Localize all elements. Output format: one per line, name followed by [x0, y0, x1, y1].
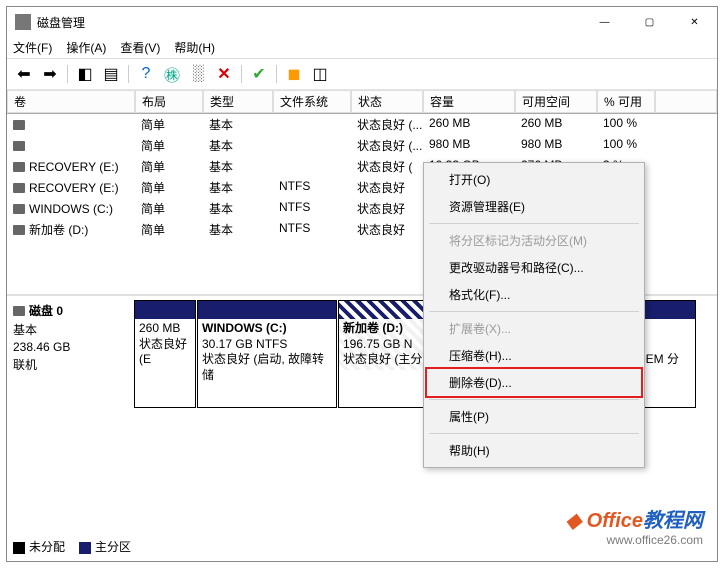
volume-icon — [13, 162, 25, 172]
separator — [128, 65, 129, 83]
check-icon[interactable]: ✔ — [248, 63, 270, 85]
ctx-delete-volume[interactable]: 删除卷(D)... — [427, 369, 641, 396]
help-icon[interactable]: ? — [135, 63, 157, 85]
ctx-extend: 扩展卷(X)... — [427, 315, 641, 342]
forward-icon[interactable]: ➡ — [39, 63, 61, 85]
volume-block[interactable]: 260 MB状态良好 (E — [134, 300, 196, 408]
settings-icon[interactable]: ㊑ — [161, 63, 183, 85]
vol-name: RECOVERY (E:) — [29, 181, 119, 195]
legend: 未分配 主分区 — [13, 538, 131, 555]
context-menu: 打开(O) 资源管理器(E) 将分区标记为活动分区(M) 更改驱动器号和路径(C… — [423, 162, 645, 468]
legend-unalloc-swatch — [13, 542, 25, 554]
separator — [276, 65, 277, 83]
app-icon — [15, 14, 31, 30]
volume-block[interactable]: WINDOWS (C:)30.17 GB NTFS状态良好 (启动, 故障转储 — [197, 300, 337, 408]
back-icon[interactable]: ⬅ — [13, 63, 35, 85]
ctx-help[interactable]: 帮助(H) — [427, 437, 641, 464]
delete-icon[interactable]: ✕ — [213, 63, 235, 85]
separator — [241, 65, 242, 83]
vol-name: WINDOWS (C:) — [29, 202, 113, 216]
legend-primary-swatch — [79, 542, 91, 554]
table-row[interactable]: 简单 基本 状态良好 (... 260 MB 260 MB 100 % — [7, 114, 717, 135]
volume-list-header: 卷 布局 类型 文件系统 状态 容量 可用空间 % 可用 — [7, 90, 717, 114]
separator — [429, 399, 639, 400]
ctx-shrink[interactable]: 压缩卷(H)... — [427, 342, 641, 369]
ctx-open[interactable]: 打开(O) — [427, 166, 641, 193]
table-row[interactable]: 简单 基本 状态良好 (... 980 MB 980 MB 100 % — [7, 135, 717, 156]
disk-size: 238.46 GB — [13, 340, 129, 354]
legend-unalloc: 未分配 — [29, 540, 65, 554]
ctx-format[interactable]: 格式化(F)... — [427, 281, 641, 308]
minimize-button[interactable]: — — [582, 7, 627, 37]
separator — [429, 433, 639, 434]
col-spacer — [655, 90, 717, 113]
menu-bar: 文件(F) 操作(A) 查看(V) 帮助(H) — [7, 37, 717, 59]
ctx-explorer[interactable]: 资源管理器(E) — [427, 193, 641, 220]
disk-info[interactable]: 磁盘 0 基本 238.46 GB 联机 — [7, 296, 135, 410]
col-filesystem[interactable]: 文件系统 — [273, 90, 351, 113]
separator — [67, 65, 68, 83]
disk-name: 磁盘 0 — [29, 302, 63, 319]
new-icon[interactable]: ◼ — [283, 63, 305, 85]
volume-icon — [13, 141, 25, 151]
col-capacity[interactable]: 容量 — [423, 90, 515, 113]
disk-type: 基本 — [13, 321, 129, 338]
separator — [429, 311, 639, 312]
legend-primary: 主分区 — [95, 540, 131, 554]
volume-icon — [13, 204, 25, 214]
volume-icon — [13, 225, 25, 235]
volume-icon — [13, 120, 25, 130]
layout-icon[interactable]: ◧ — [74, 63, 96, 85]
close-button[interactable]: ✕ — [672, 7, 717, 37]
ctx-properties[interactable]: 属性(P) — [427, 403, 641, 430]
menu-view[interactable]: 查看(V) — [120, 39, 160, 56]
menu-help[interactable]: 帮助(H) — [174, 39, 215, 56]
col-pct[interactable]: % 可用 — [597, 90, 655, 113]
table-icon[interactable]: ░ — [187, 63, 209, 85]
menu-action[interactable]: 操作(A) — [66, 39, 106, 56]
col-status[interactable]: 状态 — [351, 90, 423, 113]
list-icon[interactable]: ◫ — [309, 63, 331, 85]
col-volume[interactable]: 卷 — [7, 90, 135, 113]
separator — [429, 223, 639, 224]
maximize-button[interactable]: ▢ — [627, 7, 672, 37]
disk-icon — [13, 306, 25, 316]
disk-management-window: 磁盘管理 — ▢ ✕ 文件(F) 操作(A) 查看(V) 帮助(H) ⬅ ➡ ◧… — [6, 6, 718, 562]
toolbar: ⬅ ➡ ◧ ▤ ? ㊑ ░ ✕ ✔ ◼ ◫ — [7, 59, 717, 90]
window-title: 磁盘管理 — [37, 14, 85, 31]
vol-name: 新加卷 (D:) — [29, 221, 88, 238]
menu-file[interactable]: 文件(F) — [13, 39, 52, 56]
vol-name: RECOVERY (E:) — [29, 160, 119, 174]
detail-icon[interactable]: ▤ — [100, 63, 122, 85]
watermark: ◆ Office教程网 www.office26.com — [566, 504, 703, 547]
watermark-logo-icon: ◆ — [566, 510, 581, 532]
col-layout[interactable]: 布局 — [135, 90, 203, 113]
col-type[interactable]: 类型 — [203, 90, 273, 113]
ctx-change-letter[interactable]: 更改驱动器号和路径(C)... — [427, 254, 641, 281]
title-bar[interactable]: 磁盘管理 — ▢ ✕ — [7, 7, 717, 37]
disk-state: 联机 — [13, 356, 129, 373]
col-free[interactable]: 可用空间 — [515, 90, 597, 113]
volume-icon — [13, 183, 25, 193]
ctx-mark-active: 将分区标记为活动分区(M) — [427, 227, 641, 254]
